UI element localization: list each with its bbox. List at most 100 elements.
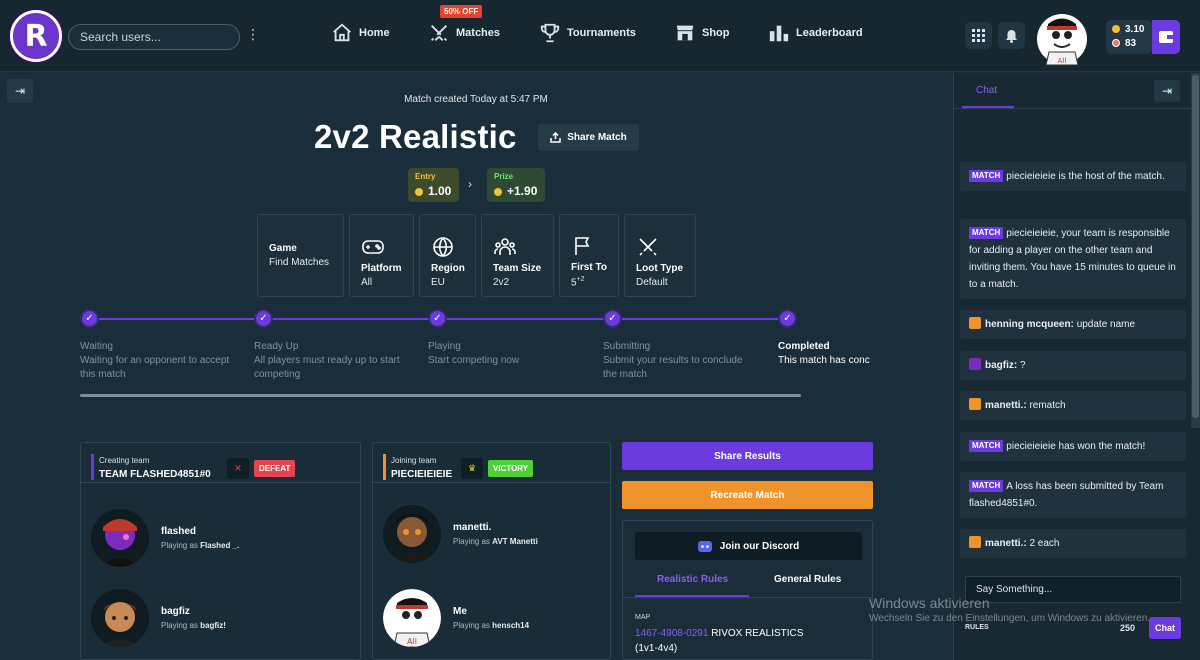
map-code-link[interactable]: 1467-4908-0291 xyxy=(635,628,708,639)
player-name: bagfiz xyxy=(161,606,190,617)
prize-pill: Prize +1.90 xyxy=(487,168,545,202)
chat-message-text: rematch xyxy=(1029,400,1066,411)
map-mode: (1v1-4v4) xyxy=(635,643,678,654)
search-users-input[interactable]: Search users... xyxy=(68,24,240,50)
notifications-button[interactable] xyxy=(998,22,1025,49)
card-loot-type: Loot Type Default xyxy=(624,214,696,297)
joining-team-header: Joining team PIECIEIEIEIE ♛ VICTORY xyxy=(373,443,610,483)
trophy-icon xyxy=(540,23,560,43)
crown-icon: ♛ xyxy=(461,458,483,479)
step-desc: Waiting for an opponent to accept this m… xyxy=(80,355,230,380)
team-color-bar xyxy=(383,454,386,480)
join-discord-button[interactable]: Join our Discord xyxy=(635,532,862,560)
tab-chat[interactable]: Chat xyxy=(976,85,997,96)
nav-home[interactable]: Home xyxy=(331,22,390,44)
step-waiting: Waiting Waiting for an opponent to accept… xyxy=(80,340,238,382)
svg-text:All: All xyxy=(407,637,417,646)
playing-as-value: Flashed _. xyxy=(200,541,240,550)
coin-icon xyxy=(494,188,502,196)
bell-icon xyxy=(1006,29,1017,43)
user-avatar-icon xyxy=(969,317,981,329)
chat-message-text: update name xyxy=(1076,319,1136,330)
chat-input[interactable]: Say Something... xyxy=(965,576,1181,603)
nav-tournaments[interactable]: Tournaments xyxy=(539,22,636,44)
recreate-match-button[interactable]: Recreate Match xyxy=(622,481,873,509)
nav-matches[interactable]: Matches xyxy=(428,22,500,44)
card-first-to-sup: +2 xyxy=(576,276,585,284)
chat-user: manetti.: xyxy=(985,400,1027,411)
swords-icon xyxy=(639,238,657,256)
coin-balance: 3.10 xyxy=(1125,24,1145,35)
scrollbar-thumb[interactable] xyxy=(1192,75,1199,418)
step-title: Waiting xyxy=(80,341,113,352)
step-desc: This match has conc xyxy=(778,355,870,366)
user-avatar[interactable]: All xyxy=(1036,9,1088,66)
card-game-value: Find Matches xyxy=(269,257,330,268)
chat-collapse-button[interactable]: ⇥ xyxy=(1154,80,1180,102)
card-region-value: EU xyxy=(431,277,445,288)
card-region-label: Region xyxy=(431,263,465,274)
share-results-button[interactable]: Share Results xyxy=(622,442,873,470)
token-icon xyxy=(1112,39,1120,47)
wallet-icon xyxy=(1159,31,1173,43)
card-region: Region EU xyxy=(419,214,476,297)
step-desc: All players must ready up to start compe… xyxy=(254,355,400,380)
user-avatar-icon xyxy=(969,398,981,410)
nav-shop-label: Shop xyxy=(702,27,730,39)
chat-message: manetti.: 2 each xyxy=(960,529,1186,558)
tab-general-rules[interactable]: General Rules xyxy=(774,574,841,585)
prize-label: Prize xyxy=(494,172,514,181)
match-tag: MATCH xyxy=(969,227,1004,239)
step-submitting: Submitting Submit your results to conclud… xyxy=(603,340,743,382)
playing-as-value: hensch14 xyxy=(492,621,530,630)
tab-realistic-rules[interactable]: Realistic Rules xyxy=(657,574,728,585)
step-desc: Submit your results to conclude the matc… xyxy=(603,355,743,380)
player-avatar: All xyxy=(383,589,441,647)
match-tag: MATCH xyxy=(969,170,1004,182)
user-avatar-icon xyxy=(969,358,981,370)
step-check-icon: ✓ xyxy=(428,309,447,328)
joining-team-name: PIECIEIEIEIE xyxy=(391,469,453,480)
home-icon xyxy=(333,23,351,42)
wallet-button[interactable] xyxy=(1152,20,1180,54)
joining-team-label: Joining team xyxy=(391,456,437,465)
chat-message: MATCH piecieieieie, your team is responsi… xyxy=(960,219,1186,299)
steps-scrollbar[interactable] xyxy=(80,394,801,397)
more-options-icon[interactable]: ⋮ xyxy=(246,27,260,41)
map-label: MAP xyxy=(635,614,651,621)
player-name: flashed xyxy=(161,526,197,537)
swords-icon xyxy=(431,25,447,41)
defeat-badge: DEFEAT xyxy=(254,460,296,477)
match-title: 2v2 Realistic xyxy=(314,118,517,155)
player-avatar xyxy=(383,505,441,563)
card-loot-type-label: Loot Type xyxy=(636,263,684,274)
discord-icon xyxy=(697,540,712,552)
chat-user: manetti.: xyxy=(985,538,1027,549)
player-name: Me xyxy=(453,606,467,617)
chat-scrollbar[interactable] xyxy=(1191,73,1200,428)
step-title: Ready Up xyxy=(254,341,299,352)
join-discord-label: Join our Discord xyxy=(719,540,800,552)
player-row[interactable]: bagfiz Playing as bagfiz! xyxy=(91,589,391,659)
map-name: RIVOX REALISTICS xyxy=(711,628,804,639)
player-row[interactable]: flashed Playing as Flashed _. xyxy=(91,509,391,579)
entry-value: 1.00 xyxy=(428,184,452,198)
apps-grid-button[interactable] xyxy=(965,22,992,49)
chat-divider xyxy=(954,108,1200,109)
nav-leaderboard[interactable]: Leaderboard xyxy=(768,22,863,44)
nav-matches-label: Matches xyxy=(456,27,501,39)
nav-shop[interactable]: Shop xyxy=(674,22,730,44)
site-logo[interactable]: R xyxy=(10,10,62,62)
people-icon xyxy=(494,238,516,255)
chat-message-text: piecieieieie is the host of the match. xyxy=(1006,171,1165,182)
chat-rules-link[interactable]: RULES xyxy=(965,624,989,631)
promo-badge: 50% OFF xyxy=(440,5,483,18)
step-check-icon: ✓ xyxy=(80,309,99,328)
card-platform-label: Platform xyxy=(361,263,402,274)
nav-tournaments-label: Tournaments xyxy=(567,27,636,39)
rules-panel: Join our Discord Realistic Rules General… xyxy=(622,520,873,660)
card-platform-value: All xyxy=(361,277,373,288)
share-match-button[interactable]: Share Match xyxy=(538,124,639,151)
card-game-label: Game xyxy=(269,243,297,254)
chat-send-button[interactable]: Chat xyxy=(1149,617,1181,639)
